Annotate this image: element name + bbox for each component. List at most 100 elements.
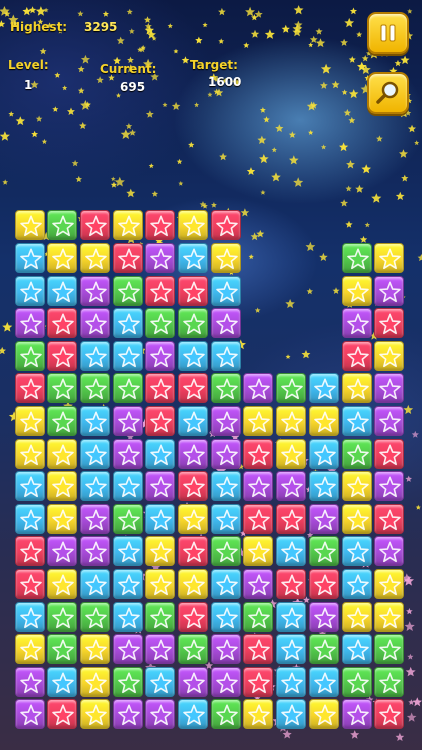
purple-star-tile[interactable] — [374, 471, 405, 502]
yellow-star-tile[interactable] — [14, 634, 45, 665]
blue-star-tile[interactable] — [112, 308, 143, 339]
purple-star-tile[interactable] — [145, 471, 176, 502]
blue-star-tile[interactable] — [14, 275, 45, 306]
red-star-tile[interactable] — [243, 438, 274, 469]
blue-star-tile[interactable] — [14, 601, 45, 632]
red-star-tile[interactable] — [243, 503, 274, 534]
blue-star-tile[interactable] — [308, 666, 339, 697]
yellow-star-tile[interactable] — [47, 569, 78, 599]
yellow-star-tile[interactable] — [14, 210, 45, 241]
green-star-tile[interactable] — [79, 601, 110, 632]
blue-star-tile[interactable] — [112, 536, 143, 567]
green-star-tile[interactable] — [145, 308, 176, 339]
green-star-tile[interactable] — [145, 601, 176, 632]
yellow-star-tile[interactable] — [276, 438, 307, 469]
red-star-tile[interactable] — [14, 569, 45, 599]
red-star-tile[interactable] — [178, 471, 208, 502]
red-star-tile[interactable] — [374, 438, 405, 469]
red-star-tile[interactable] — [14, 373, 45, 404]
yellow-star-tile[interactable] — [374, 601, 405, 632]
green-star-tile[interactable] — [14, 340, 45, 371]
yellow-star-tile[interactable] — [243, 536, 274, 567]
yellow-star-tile[interactable] — [210, 243, 241, 273]
blue-star-tile[interactable] — [178, 340, 208, 371]
purple-star-tile[interactable] — [374, 406, 405, 436]
yellow-star-tile[interactable] — [308, 699, 339, 730]
purple-star-tile[interactable] — [341, 699, 372, 730]
blue-star-tile[interactable] — [145, 666, 176, 697]
purple-star-tile[interactable] — [79, 503, 110, 534]
purple-star-tile[interactable] — [79, 536, 110, 567]
blue-star-tile[interactable] — [178, 699, 208, 730]
green-star-tile[interactable] — [79, 373, 110, 404]
red-star-tile[interactable] — [178, 601, 208, 632]
blue-star-tile[interactable] — [276, 699, 307, 730]
yellow-star-tile[interactable] — [14, 438, 45, 469]
red-star-tile[interactable] — [145, 275, 176, 306]
blue-star-tile[interactable] — [47, 666, 78, 697]
red-star-tile[interactable] — [47, 308, 78, 339]
green-star-tile[interactable] — [112, 666, 143, 697]
purple-star-tile[interactable] — [145, 243, 176, 273]
green-star-tile[interactable] — [47, 634, 78, 665]
blue-star-tile[interactable] — [145, 438, 176, 469]
blue-star-tile[interactable] — [79, 471, 110, 502]
yellow-star-tile[interactable] — [112, 210, 143, 241]
blue-star-tile[interactable] — [308, 471, 339, 502]
purple-star-tile[interactable] — [243, 471, 274, 502]
purple-star-tile[interactable] — [79, 275, 110, 306]
purple-star-tile[interactable] — [210, 406, 241, 436]
blue-star-tile[interactable] — [112, 569, 143, 599]
blue-star-tile[interactable] — [308, 373, 339, 404]
yellow-star-tile[interactable] — [178, 210, 208, 241]
purple-star-tile[interactable] — [210, 634, 241, 665]
yellow-star-tile[interactable] — [79, 634, 110, 665]
red-star-tile[interactable] — [308, 569, 339, 599]
green-star-tile[interactable] — [341, 438, 372, 469]
purple-star-tile[interactable] — [308, 503, 339, 534]
yellow-star-tile[interactable] — [341, 373, 372, 404]
red-star-tile[interactable] — [276, 503, 307, 534]
green-star-tile[interactable] — [178, 634, 208, 665]
red-star-tile[interactable] — [112, 243, 143, 273]
yellow-star-tile[interactable] — [79, 666, 110, 697]
yellow-star-tile[interactable] — [341, 503, 372, 534]
blue-star-tile[interactable] — [210, 471, 241, 502]
purple-star-tile[interactable] — [112, 406, 143, 436]
red-star-tile[interactable] — [178, 275, 208, 306]
purple-star-tile[interactable] — [276, 471, 307, 502]
purple-star-tile[interactable] — [374, 275, 405, 306]
blue-star-tile[interactable] — [79, 438, 110, 469]
yellow-star-tile[interactable] — [243, 699, 274, 730]
red-star-tile[interactable] — [178, 373, 208, 404]
blue-star-tile[interactable] — [341, 536, 372, 567]
blue-star-tile[interactable] — [47, 275, 78, 306]
blue-star-tile[interactable] — [276, 601, 307, 632]
red-star-tile[interactable] — [178, 536, 208, 567]
red-star-tile[interactable] — [79, 210, 110, 241]
blue-star-tile[interactable] — [178, 406, 208, 436]
red-star-tile[interactable] — [243, 634, 274, 665]
blue-star-tile[interactable] — [341, 406, 372, 436]
purple-star-tile[interactable] — [178, 666, 208, 697]
green-star-tile[interactable] — [112, 503, 143, 534]
yellow-star-tile[interactable] — [47, 471, 78, 502]
blue-star-tile[interactable] — [79, 340, 110, 371]
blue-star-tile[interactable] — [210, 601, 241, 632]
blue-star-tile[interactable] — [341, 634, 372, 665]
purple-star-tile[interactable] — [308, 601, 339, 632]
red-star-tile[interactable] — [210, 210, 241, 241]
blue-star-tile[interactable] — [210, 340, 241, 371]
yellow-star-tile[interactable] — [341, 471, 372, 502]
yellow-star-tile[interactable] — [145, 569, 176, 599]
green-star-tile[interactable] — [210, 699, 241, 730]
blue-star-tile[interactable] — [112, 601, 143, 632]
yellow-star-tile[interactable] — [243, 406, 274, 436]
yellow-star-tile[interactable] — [47, 503, 78, 534]
purple-star-tile[interactable] — [79, 308, 110, 339]
purple-star-tile[interactable] — [145, 699, 176, 730]
green-star-tile[interactable] — [47, 601, 78, 632]
purple-star-tile[interactable] — [14, 308, 45, 339]
yellow-star-tile[interactable] — [178, 569, 208, 599]
pause-button[interactable] — [367, 12, 409, 54]
